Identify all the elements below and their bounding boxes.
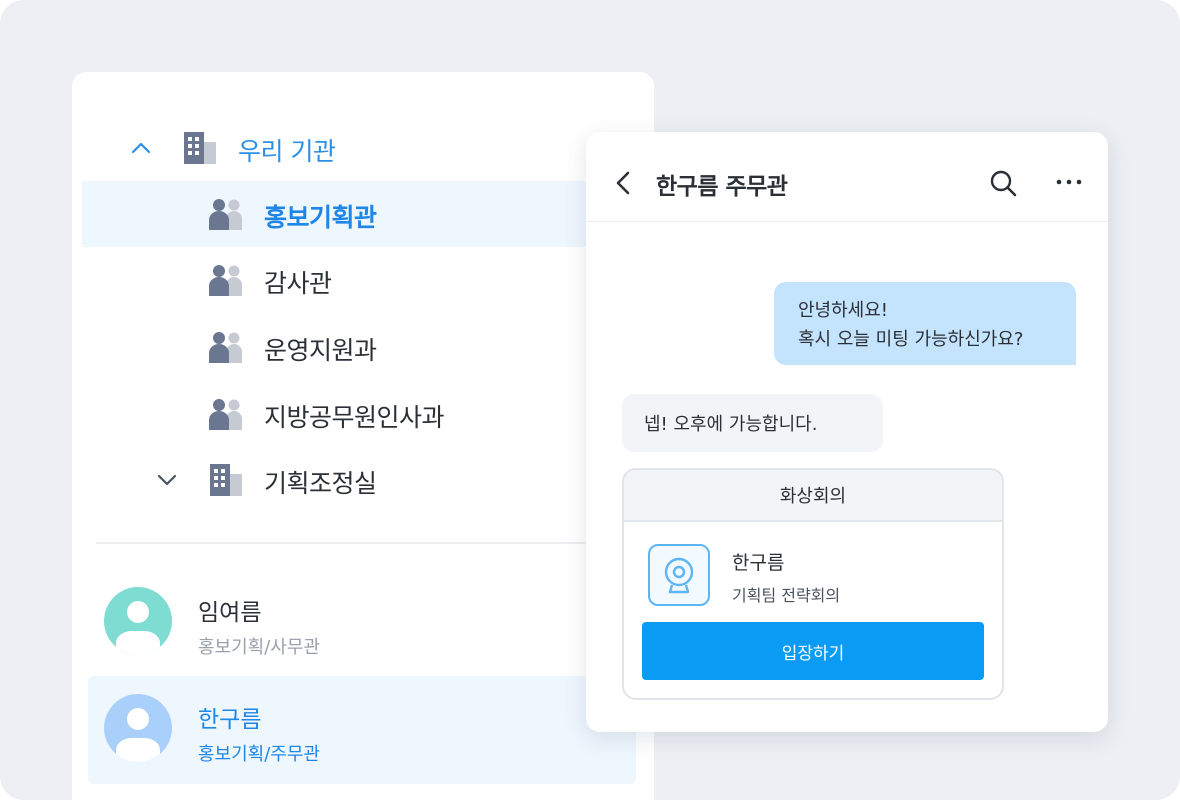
- chat-title: 한구름 주무관: [656, 174, 788, 200]
- tree-item-label: 운영지원과: [264, 336, 377, 365]
- message-line: 안녕하세요!: [798, 300, 889, 321]
- person-row[interactable]: 임여름 홍보기획/사무관: [88, 577, 636, 685]
- video-meeting-card: 화상회의 한구름 기획팀 전략회의 입장하기: [622, 468, 1004, 700]
- section-divider: [96, 542, 654, 544]
- tree-item-hongbo[interactable]: 홍보기획관: [82, 181, 654, 247]
- person-dept: 홍보기획/주무관: [198, 744, 320, 765]
- building-icon: [182, 130, 218, 166]
- outgoing-message: 안녕하세요! 혹시 오늘 미팅 가능하신가요?: [774, 282, 1076, 365]
- person-name: 임여름: [198, 600, 262, 626]
- meeting-card-header: 화상회의: [624, 470, 1002, 522]
- meeting-subject: 기획팀 전략회의: [732, 586, 841, 605]
- meeting-host: 한구름: [732, 552, 785, 574]
- incoming-message: 넵! 오후에 가능합니다.: [622, 394, 883, 452]
- message-line: 혹시 오늘 미팅 가능하신가요?: [798, 329, 1024, 350]
- join-meeting-button[interactable]: 입장하기: [642, 622, 984, 680]
- tree-item-label: 감사관: [264, 269, 332, 298]
- tree-node-label: 기획조정실: [264, 469, 377, 498]
- tree-item-label: 홍보기획관: [264, 203, 377, 232]
- avatar: [104, 694, 172, 762]
- more-options-icon[interactable]: [1054, 170, 1084, 194]
- chevron-up-icon[interactable]: [130, 137, 152, 159]
- avatar: [104, 587, 172, 655]
- tree-item-label: 지방공무원인사과: [264, 403, 445, 432]
- chat-panel: 한구름 주무관 안녕하세요! 혹시 오늘 미팅 가능하신가요? 넵! 오후에 가…: [586, 132, 1108, 732]
- group-icon: [208, 262, 244, 298]
- chevron-left-icon: [616, 171, 630, 195]
- tree-item-unyeong[interactable]: 운영지원과: [82, 314, 654, 380]
- org-panel: 우리 기관 홍보기획관 감사관 운영지원과 지방공무원인사과 기획조정실 임여름…: [72, 72, 654, 800]
- person-name: 한구름: [198, 707, 262, 733]
- tree-item-gamsa[interactable]: 감사관: [82, 247, 654, 313]
- group-icon: [208, 196, 244, 232]
- tree-node-gihoek[interactable]: 기획조정실: [82, 447, 654, 513]
- tree-root-label: 우리 기관: [238, 137, 336, 166]
- person-dept: 홍보기획/사무관: [198, 637, 320, 658]
- building-icon: [208, 462, 244, 498]
- group-icon: [208, 396, 244, 432]
- tree-node-root[interactable]: 우리 기관: [82, 115, 654, 181]
- webcam-icon: [648, 544, 710, 606]
- person-row-selected[interactable]: 한구름 홍보기획/주무관: [88, 676, 636, 784]
- search-icon[interactable]: [988, 168, 1018, 198]
- app-background: 우리 기관 홍보기획관 감사관 운영지원과 지방공무원인사과 기획조정실 임여름…: [0, 0, 1180, 800]
- chat-header: 한구름 주무관: [586, 132, 1108, 222]
- group-icon: [208, 329, 244, 365]
- back-button[interactable]: [614, 169, 634, 197]
- chevron-down-icon[interactable]: [156, 469, 178, 491]
- tree-item-jibang[interactable]: 지방공무원인사과: [82, 381, 654, 447]
